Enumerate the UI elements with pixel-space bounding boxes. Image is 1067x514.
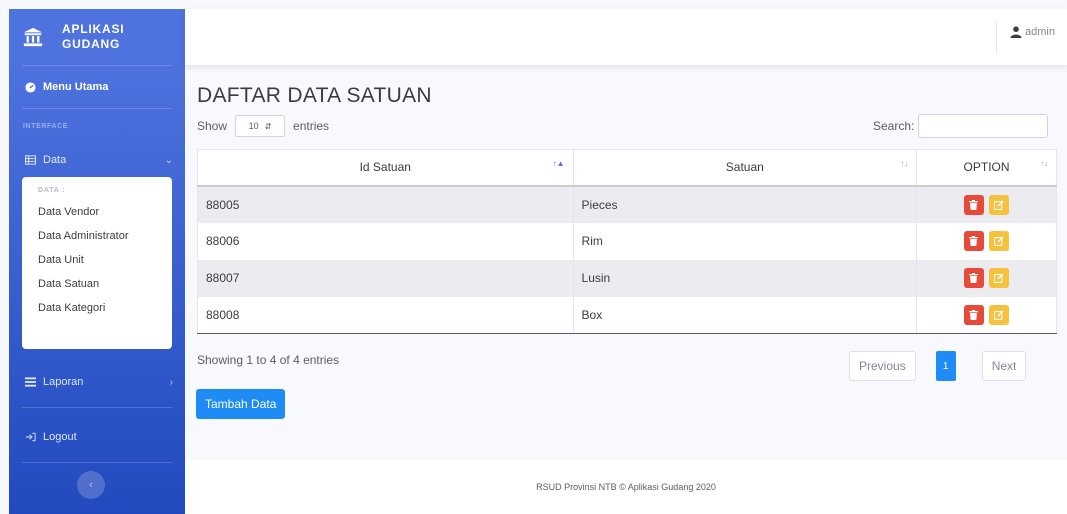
search-input[interactable] xyxy=(918,114,1049,138)
user-name: admin xyxy=(1025,26,1055,38)
trash-icon xyxy=(969,273,979,283)
logout-icon xyxy=(23,430,37,444)
topbar: admin xyxy=(185,9,1067,65)
trash-icon xyxy=(969,199,979,210)
column-header-option[interactable]: OPTION ↑↓ xyxy=(916,149,1057,187)
app-root: APLIKASI GUDANG Menu Utama INTERFACE Dat… xyxy=(0,0,1067,514)
user-menu[interactable]: admin xyxy=(1010,26,1055,38)
table-row: 88008 Box xyxy=(197,296,1057,334)
edit-button[interactable] xyxy=(989,231,1010,251)
column-header-id-satuan[interactable]: Id Satuan ↑▲ xyxy=(197,149,574,187)
pagination: Previous 1 Next xyxy=(849,351,1027,381)
cell-option xyxy=(916,222,1057,260)
footer-text: RSUD Provinsi NTB © Aplikasi Gudang 2020 xyxy=(536,482,716,492)
data-table: Id Satuan ↑▲ Satuan ↑↓ OPTION ↑↓ 88005 P… xyxy=(197,149,1057,334)
search-control: Search: xyxy=(873,114,1049,138)
trash-icon xyxy=(969,236,979,246)
table-header-row: Id Satuan ↑▲ Satuan ↑↓ OPTION ↑↓ xyxy=(197,149,1057,187)
cell-id-satuan: 88007 xyxy=(197,259,574,297)
column-header-satuan[interactable]: Satuan ↑↓ xyxy=(572,149,918,187)
topbar-divider xyxy=(996,21,997,53)
sort-ascending-icon: ↑▲ xyxy=(552,159,565,168)
page-1-button[interactable]: 1 xyxy=(935,351,956,381)
submenu-item-data-satuan[interactable]: Data Satuan xyxy=(22,272,172,296)
table-row: 88005 Pieces xyxy=(197,185,1057,223)
sort-icon: ↑↓ xyxy=(1040,159,1048,168)
next-button[interactable]: Next xyxy=(981,351,1027,381)
edit-button[interactable] xyxy=(989,268,1010,288)
table-info: Showing 1 to 4 of 4 entries xyxy=(197,353,340,367)
delete-button[interactable] xyxy=(963,194,984,215)
cell-option xyxy=(916,259,1057,297)
sidebar-item-label: Logout xyxy=(43,431,77,443)
table-row: 88006 Rim xyxy=(197,222,1057,260)
entries-select-value: 10 xyxy=(248,121,259,131)
edit-button[interactable] xyxy=(989,194,1010,215)
footer: RSUD Provinsi NTB © Aplikasi Gudang 2020 xyxy=(185,460,1067,514)
cell-id-satuan: 88008 xyxy=(197,296,574,334)
sidebar-item-menu-utama[interactable]: Menu Utama xyxy=(9,66,185,108)
sidebar-item-label: Menu Utama xyxy=(43,81,109,93)
cell-id-satuan: 88006 xyxy=(197,222,574,260)
edit-button[interactable] xyxy=(989,304,1010,325)
sort-icon: ↑↓ xyxy=(900,159,909,168)
search-label: Search: xyxy=(873,119,915,133)
show-entries-control: Show 10 ⇵ entries xyxy=(197,115,329,137)
entries-label: entries xyxy=(293,119,330,133)
brand-line-2: GUDANG xyxy=(62,37,121,51)
show-label: Show xyxy=(197,119,228,133)
delete-button[interactable] xyxy=(963,304,984,325)
user-icon xyxy=(1010,26,1022,38)
edit-icon xyxy=(994,236,1004,246)
dashboard-icon xyxy=(23,80,37,94)
select-arrows-icon: ⇵ xyxy=(264,121,272,131)
brand-name: APLIKASI GUDANG xyxy=(62,22,124,52)
chevron-right-icon: › xyxy=(169,376,173,388)
edit-icon xyxy=(994,273,1004,283)
table-row: 88007 Lusin xyxy=(197,259,1057,297)
sidebar-divider xyxy=(22,407,172,408)
edit-icon xyxy=(994,200,1004,210)
sidebar-divider xyxy=(22,462,172,463)
submenu-item-data-kategori[interactable]: Data Kategori xyxy=(22,296,172,320)
chevron-down-icon: ⌄ xyxy=(164,154,173,166)
cell-satuan: Pieces xyxy=(572,185,918,223)
submenu-item-data-administrator[interactable]: Data Administrator xyxy=(22,224,172,248)
cell-satuan: Lusin xyxy=(572,259,918,297)
sidebar: APLIKASI GUDANG Menu Utama INTERFACE Dat… xyxy=(9,9,185,514)
sidebar-heading: INTERFACE xyxy=(23,122,69,130)
submenu-heading: DATA : xyxy=(38,187,66,194)
sidebar-brand[interactable]: APLIKASI GUDANG xyxy=(9,9,185,65)
list-icon xyxy=(23,375,37,389)
sidebar-item-label: Data xyxy=(43,154,67,166)
entries-select[interactable]: 10 ⇵ xyxy=(235,115,286,137)
sidebar-item-logout[interactable]: Logout xyxy=(9,416,185,458)
cell-option xyxy=(916,296,1057,334)
sidebar-item-label: Laporan xyxy=(43,376,84,388)
column-header-label: OPTION xyxy=(963,160,1010,175)
data-submenu: DATA : Data Vendor Data Administrator Da… xyxy=(22,177,172,349)
column-header-label: Id Satuan xyxy=(359,160,411,175)
delete-button[interactable] xyxy=(963,231,984,251)
delete-button[interactable] xyxy=(963,268,984,288)
edit-icon xyxy=(994,310,1004,320)
institution-icon xyxy=(23,27,43,47)
add-data-button[interactable]: Tambah Data xyxy=(196,389,286,419)
chevron-left-icon: ‹ xyxy=(89,479,93,491)
sidebar-item-laporan[interactable]: Laporan › xyxy=(9,361,185,403)
page-title: DAFTAR DATA SATUAN xyxy=(197,84,432,107)
brand-line-1: APLIKASI xyxy=(62,22,125,36)
cell-satuan: Rim xyxy=(572,222,918,260)
table-icon xyxy=(23,153,37,167)
submenu-item-data-unit[interactable]: Data Unit xyxy=(22,248,172,272)
previous-button[interactable]: Previous xyxy=(849,351,916,381)
sidebar-toggle-button[interactable]: ‹ xyxy=(77,471,105,499)
submenu-item-data-vendor[interactable]: Data Vendor xyxy=(22,200,172,224)
sidebar-item-data[interactable]: Data ⌄ xyxy=(9,143,185,177)
trash-icon xyxy=(969,309,979,320)
cell-satuan: Box xyxy=(572,296,918,334)
column-header-label: Satuan xyxy=(725,160,764,175)
cell-option xyxy=(916,185,1057,223)
cell-id-satuan: 88005 xyxy=(197,185,574,223)
